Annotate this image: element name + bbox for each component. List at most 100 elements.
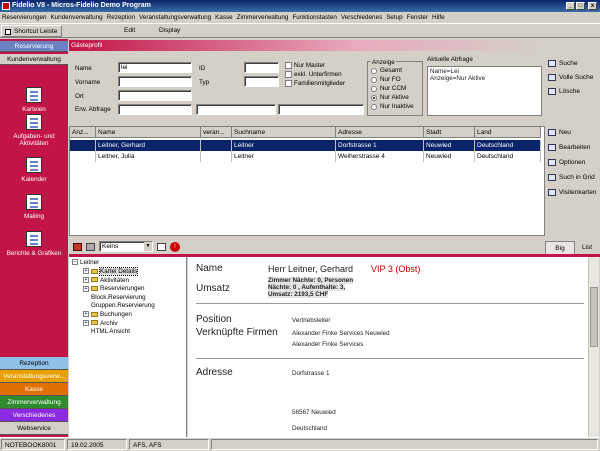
ort-input[interactable] xyxy=(118,90,192,101)
loesche-button[interactable]: Lösche xyxy=(546,85,599,98)
grid-column-header[interactable]: veran... xyxy=(201,127,232,138)
expand-icon[interactable]: + xyxy=(83,285,89,292)
view-combo[interactable]: Keins ▼ xyxy=(99,241,153,252)
familienmitglieder-checkbox[interactable] xyxy=(285,80,292,87)
menu-item-10[interactable]: Hilfe xyxy=(430,14,447,21)
anzeige-radio[interactable] xyxy=(371,77,377,83)
nur-master-checkbox[interactable] xyxy=(285,62,292,69)
menu-item-4[interactable]: Kasse xyxy=(213,14,235,21)
alert-icon[interactable]: ! xyxy=(170,242,180,252)
optionen-button[interactable]: Optionen xyxy=(546,156,599,169)
expand-icon[interactable]: + xyxy=(83,276,89,283)
erw-abfrage-value[interactable] xyxy=(278,104,364,115)
anzeige-radio[interactable] xyxy=(371,86,377,92)
vorname-input[interactable] xyxy=(118,76,192,87)
tree-root[interactable]: − Leitner xyxy=(72,259,99,267)
minimize-button[interactable]: _ xyxy=(566,2,575,10)
visitenkarten-button[interactable]: Visitenkarten xyxy=(546,186,599,199)
close-button[interactable]: x xyxy=(588,2,597,10)
shortcut-bar-toggle[interactable]: Shortcut Leiste xyxy=(1,25,63,37)
menu-item-7[interactable]: Verschiedenes xyxy=(339,14,384,21)
exkl-unterfirmen-checkbox[interactable] xyxy=(285,71,292,78)
expand-icon[interactable]: + xyxy=(83,311,89,318)
expand-icon[interactable]: + xyxy=(83,319,89,326)
tree-node[interactable]: Block.Reservierung xyxy=(91,294,146,302)
bearbeiten-button[interactable]: Bearbeiten xyxy=(546,141,599,154)
id-input[interactable] xyxy=(244,62,279,73)
tree-node[interactable]: + Kartei Details xyxy=(83,267,139,276)
volle-suche-button[interactable]: Volle Suche xyxy=(546,71,599,84)
menu-item-1[interactable]: Kundenverwaltung xyxy=(48,14,104,21)
such-in-grid-button[interactable]: Such in Grid xyxy=(546,171,599,184)
collapse-icon[interactable]: − xyxy=(72,259,78,266)
nav-item-karteien[interactable]: Karteien xyxy=(0,87,68,113)
notes-icon[interactable] xyxy=(157,243,166,251)
grid-column-header[interactable]: Land xyxy=(475,127,541,138)
chart-icon xyxy=(26,231,42,247)
anzeige-radio[interactable] xyxy=(371,104,377,110)
tree-label: Archiv xyxy=(100,319,118,327)
tab-big[interactable]: Big xyxy=(545,241,575,254)
table-cell: Neuwied xyxy=(424,140,475,151)
nav-module-tab[interactable]: Zimmerverwaltung xyxy=(0,396,68,409)
tab-list[interactable]: List xyxy=(575,241,599,254)
menu-item-8[interactable]: Setup xyxy=(384,14,404,21)
nav-module-tab[interactable]: Veranstaltungsverw... xyxy=(0,370,68,383)
ort-label: Ort xyxy=(75,93,84,100)
table-row[interactable]: Leitner, Gerhard Leitner Dorfstrasse 1 Neuw… xyxy=(70,140,544,151)
nav-item-berichte[interactable]: Berichte & Grafiken xyxy=(0,231,68,257)
tree-node[interactable]: HTML Ansicht xyxy=(91,328,130,336)
erw-abfrage-select[interactable] xyxy=(118,104,192,115)
chevron-down-icon: ▼ xyxy=(144,242,152,251)
nav-module-tab[interactable]: Kasse xyxy=(0,383,68,396)
maximize-button[interactable]: □ xyxy=(576,2,585,10)
scroll-thumb[interactable] xyxy=(590,287,598,347)
menu-item-0[interactable]: Reservierungen xyxy=(0,14,48,21)
status-computer: NOTEBOOK8001 xyxy=(1,439,65,450)
detail-scrollbar[interactable] xyxy=(588,257,599,437)
edit-menu-button[interactable]: Edit xyxy=(120,25,139,37)
nav-item-aufgaben[interactable]: Aufgaben- und Aktivitäten xyxy=(0,114,68,147)
table-row[interactable]: Leitner, Julia Leitner Weiherstrasse 4 Neuw… xyxy=(70,151,544,162)
nav-tab-reservierung[interactable]: Reservierung xyxy=(0,41,68,52)
grid-column-header[interactable]: Adresse xyxy=(336,127,424,138)
tree-node[interactable]: + Buchungen xyxy=(83,311,132,319)
nav-module-tab[interactable]: Verschiedenes xyxy=(0,409,68,422)
nav-module-tab[interactable]: Rezeption xyxy=(0,357,68,370)
erw-abfrage-select-2[interactable] xyxy=(196,104,276,115)
table-cell xyxy=(201,151,232,162)
nav-item-kalender[interactable]: Kalender xyxy=(0,157,68,183)
nav-item-mailing[interactable]: Mailing xyxy=(0,194,68,220)
neu-button[interactable]: Neu xyxy=(546,126,599,139)
anzeige-radio[interactable] xyxy=(371,68,377,74)
anzeige-radio[interactable] xyxy=(371,95,377,101)
tree-node[interactable]: + Aktivitäten xyxy=(83,277,129,285)
table-cell: Weiherstrasse 4 xyxy=(336,151,424,162)
menu-item-5[interactable]: Zimmerverwaltung xyxy=(235,14,291,21)
menu-item-9[interactable]: Fenster xyxy=(405,14,430,21)
nav-module-tab[interactable]: Webservice xyxy=(0,422,68,435)
table-cell: Leitner, Gerhard xyxy=(96,140,201,151)
display-menu-button[interactable]: Display xyxy=(155,25,184,37)
nav-tab-kundenverwaltung[interactable]: Kundenverwaltung xyxy=(0,54,68,65)
delete-icon[interactable] xyxy=(73,243,82,251)
typ-select[interactable] xyxy=(244,76,279,87)
tasks-icon xyxy=(26,114,42,130)
name-input[interactable]: lei xyxy=(118,62,192,73)
suche-button[interactable]: Suche xyxy=(546,57,599,70)
grid-column-header[interactable]: Stadt xyxy=(424,127,475,138)
print-icon[interactable] xyxy=(86,243,95,251)
menu-item-6[interactable]: Funktionstasten xyxy=(290,14,338,21)
erw-abfrage-label: Erw. Abfrage xyxy=(75,106,111,113)
tree-node[interactable]: Gruppen.Reservierung xyxy=(91,302,155,310)
grid-column-header[interactable]: Name xyxy=(96,127,201,138)
tree-node[interactable]: + Reservierungen xyxy=(83,285,144,293)
menu-item-3[interactable]: Veranstaltungsverwaltung xyxy=(137,14,213,21)
menu-item-2[interactable]: Rezeption xyxy=(105,14,137,21)
grid-column-header[interactable]: Anz... xyxy=(70,127,96,138)
expand-icon[interactable]: + xyxy=(83,268,89,275)
aktuelle-line: Name=Lei xyxy=(430,68,459,75)
grid-column-header[interactable]: Suchname xyxy=(232,127,336,138)
tree-node[interactable]: + Archiv xyxy=(83,320,118,328)
anzeige-option-label: Gesamt xyxy=(380,67,403,74)
